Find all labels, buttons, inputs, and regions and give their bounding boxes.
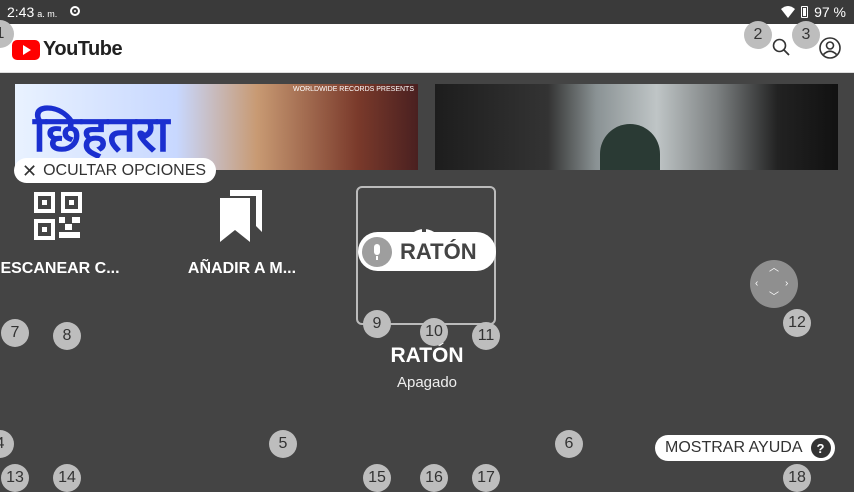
arrow-right-icon: ›: [785, 278, 789, 289]
number-badge[interactable]: 17: [472, 464, 500, 492]
arrow-left-icon: ‹: [755, 278, 759, 289]
number-badge[interactable]: 5: [269, 430, 297, 458]
clock: 2:43 a. m.: [7, 4, 58, 20]
number-badge[interactable]: 11: [472, 322, 500, 350]
scan-option[interactable]: ESCANEAR C...: [0, 260, 130, 278]
notification-icon: [70, 6, 80, 16]
qr-code-icon[interactable]: [34, 192, 82, 240]
help-icon: ?: [810, 438, 831, 458]
battery-icon: [801, 6, 809, 18]
add-label: AÑADIR A M...: [187, 260, 297, 277]
mouse-status: Apagado: [396, 374, 458, 391]
number-badge[interactable]: 15: [363, 464, 391, 492]
arrow-up-icon: ︿: [769, 263, 779, 274]
mouse-title: RATÓN: [390, 344, 464, 367]
youtube-logo[interactable]: YouTube: [12, 38, 123, 61]
wifi-icon: [781, 6, 796, 18]
number-badge[interactable]: 14: [53, 464, 81, 492]
search-icon[interactable]: [772, 38, 790, 56]
scan-label: ESCANEAR C...: [0, 260, 120, 277]
youtube-play-icon: [12, 39, 40, 60]
hide-options-button[interactable]: ✕ OCULTAR OPCIONES: [14, 158, 217, 183]
number-badge[interactable]: 8: [53, 322, 81, 350]
number-badge[interactable]: 3: [792, 21, 820, 49]
arrow-down-icon: ﹀: [769, 292, 779, 303]
number-badge[interactable]: 12: [783, 309, 811, 337]
add-option[interactable]: AÑADIR A M...: [172, 260, 312, 278]
mouse-voice-pill[interactable]: RATÓN: [358, 232, 496, 271]
thumbnail-person: [600, 124, 660, 170]
account-icon[interactable]: [819, 37, 841, 59]
number-badge[interactable]: 13: [1, 464, 29, 492]
number-badge[interactable]: 2: [744, 21, 772, 49]
dpad-control[interactable]: ︿ ﹀ ‹ ›: [750, 260, 798, 308]
bookmarks-icon[interactable]: [218, 190, 264, 242]
number-badge[interactable]: 16: [420, 464, 448, 492]
number-badge[interactable]: 7: [1, 319, 29, 347]
number-badge[interactable]: 10: [420, 318, 448, 346]
number-badge[interactable]: 18: [783, 464, 811, 492]
show-help-button[interactable]: MOSTRAR AYUDA ?: [655, 435, 835, 461]
number-badge[interactable]: 9: [363, 310, 391, 338]
number-badge[interactable]: 6: [555, 430, 583, 458]
app-bar: YouTube: [0, 24, 854, 73]
microphone-icon: [362, 236, 392, 267]
video-thumbnail-2[interactable]: [435, 84, 838, 170]
battery-percent: 97 %: [814, 4, 846, 20]
status-bar: 2:43 a. m. 97 %: [0, 0, 854, 24]
close-icon: ✕: [22, 160, 38, 181]
